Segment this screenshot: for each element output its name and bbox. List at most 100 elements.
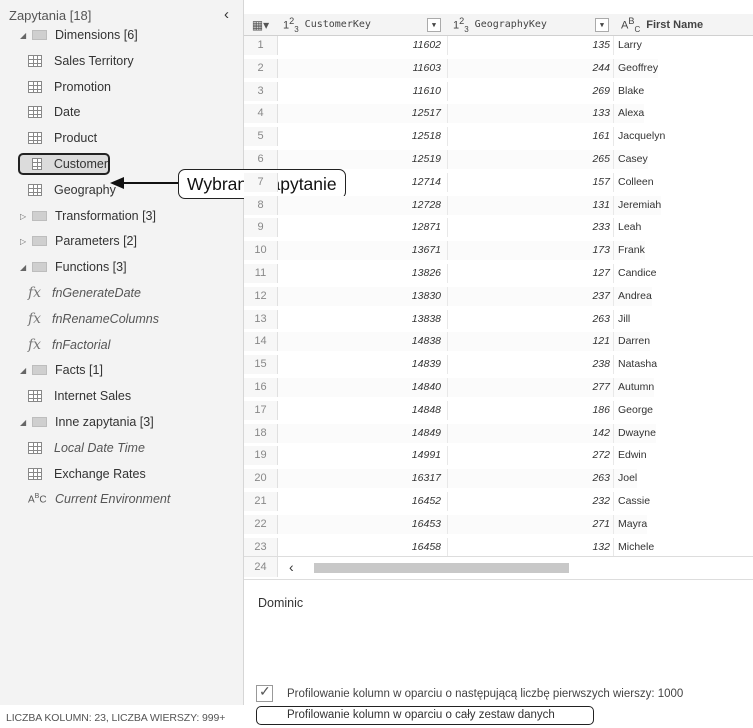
cell-first-name[interactable]: Colleen [614, 173, 654, 192]
filter-dropdown-icon[interactable]: ▼ [427, 18, 441, 32]
caret-expanded-icon[interactable]: ◢ [20, 366, 32, 375]
collapse-pane-button[interactable]: ‹ [224, 6, 229, 23]
caret-collapsed-icon[interactable]: ▷ [20, 212, 32, 221]
cell-geographykey[interactable]: 173 [448, 241, 614, 260]
profiling-top-rows-checkbox[interactable]: ✓ [256, 683, 273, 702]
cell-first-name[interactable]: Natasha [614, 355, 657, 374]
cell-customerkey[interactable]: 13838 [278, 310, 448, 329]
cell-geographykey[interactable]: 238 [448, 355, 614, 374]
table-row[interactable]: 9 12871 233 Leah [244, 218, 753, 237]
cell-first-name[interactable]: Michele [614, 538, 654, 557]
cell-customerkey[interactable]: 14991 [278, 446, 448, 465]
horizontal-scrollbar[interactable]: 24 ‹ [244, 556, 753, 580]
cell-first-name[interactable]: Joel [614, 469, 638, 488]
cell-geographykey[interactable]: 269 [448, 82, 614, 101]
table-row[interactable]: 22 16453 271 Mayra [244, 515, 753, 534]
cell-geographykey[interactable]: 277 [448, 378, 614, 397]
cell-geographykey[interactable]: 271 [448, 515, 614, 534]
scrollbar-thumb[interactable] [314, 563, 569, 573]
caret-expanded-icon[interactable]: ◢ [20, 263, 32, 272]
table-row[interactable]: 8 12728 131 Jeremiah [244, 196, 753, 215]
cell-customerkey[interactable]: 16452 [278, 492, 448, 511]
cell-first-name[interactable]: Frank [614, 241, 645, 260]
table-row[interactable]: 21 16452 232 Cassie [244, 492, 753, 511]
tree-item-product[interactable]: Product [28, 127, 97, 149]
column-header-geographykey[interactable]: 123 GeographyKey ▼ [447, 14, 613, 36]
table-row[interactable]: 15 14839 238 Natasha [244, 355, 753, 374]
cell-customerkey[interactable]: 12728 [278, 196, 448, 215]
cell-first-name[interactable]: Darren [614, 332, 651, 351]
tree-item-promotion[interactable]: Promotion [28, 76, 111, 98]
cell-first-name[interactable]: Casey [614, 150, 648, 169]
cell-customerkey[interactable]: 16458 [278, 538, 448, 557]
tree-item-current-environment[interactable]: ABC Current Environment [28, 488, 170, 510]
tree-item-fnfactorial[interactable]: fx fnFactorial [28, 334, 110, 356]
cell-geographykey[interactable]: 121 [448, 332, 614, 351]
cell-geographykey[interactable]: 157 [448, 173, 614, 192]
cell-customerkey[interactable]: 14838 [278, 332, 448, 351]
cell-geographykey[interactable]: 131 [448, 196, 614, 215]
tree-item-transformation[interactable]: ▷ Transformation [3] [20, 205, 156, 227]
cell-customerkey[interactable]: 13826 [278, 264, 448, 283]
cell-first-name[interactable]: Mayra [614, 515, 648, 534]
cell-geographykey[interactable]: 244 [448, 59, 614, 78]
cell-geographykey[interactable]: 161 [448, 127, 614, 146]
cell-customerkey[interactable]: 14848 [278, 401, 448, 420]
cell-customerkey[interactable]: 12518 [278, 127, 448, 146]
cell-first-name[interactable]: Jeremiah [614, 196, 662, 215]
table-row[interactable]: 14 14838 121 Darren [244, 332, 753, 351]
cell-first-name[interactable]: Andrea [614, 287, 652, 306]
table-row[interactable]: 2 11603 244 Geoffrey [244, 59, 753, 78]
tree-item-date[interactable]: Date [28, 101, 80, 123]
cell-first-name[interactable]: Dwayne [614, 424, 656, 443]
table-row[interactable]: 5 12518 161 Jacquelyn [244, 127, 753, 146]
tree-item-fnrenamecolumns[interactable]: fx fnRenameColumns [28, 308, 159, 330]
table-row[interactable]: 11 13826 127 Candice [244, 264, 753, 283]
table-row[interactable]: 6 12519 265 Casey [244, 150, 753, 169]
tree-item-exchange-rates[interactable]: Exchange Rates [28, 463, 146, 485]
cell-first-name[interactable]: Candice [614, 264, 657, 283]
cell-geographykey[interactable]: 232 [448, 492, 614, 511]
tree-item-parameters[interactable]: ▷ Parameters [2] [20, 230, 137, 252]
cell-geographykey[interactable]: 135 [448, 36, 614, 55]
cell-geographykey[interactable]: 265 [448, 150, 614, 169]
cell-geographykey[interactable]: 272 [448, 446, 614, 465]
caret-collapsed-icon[interactable]: ▷ [20, 237, 32, 246]
cell-customerkey[interactable]: 16317 [278, 469, 448, 488]
table-row[interactable]: 17 14848 186 George [244, 401, 753, 420]
column-header-customerkey[interactable]: 123 CustomerKey ▼ [277, 14, 447, 36]
cell-first-name[interactable]: Jill [614, 310, 630, 329]
tree-item-facts[interactable]: ◢ Facts [1] [20, 359, 103, 381]
cell-geographykey[interactable]: 233 [448, 218, 614, 237]
cell-first-name[interactable]: Geoffrey [614, 59, 659, 78]
table-row[interactable]: 16 14840 277 Autumn [244, 378, 753, 397]
cell-customerkey[interactable]: 11610 [278, 82, 448, 101]
table-row[interactable]: 12 13830 237 Andrea [244, 287, 753, 306]
table-row[interactable]: 10 13671 173 Frank [244, 241, 753, 260]
cell-geographykey[interactable]: 133 [448, 104, 614, 123]
cell-customerkey[interactable]: 13830 [278, 287, 448, 306]
cell-customerkey[interactable]: 12517 [278, 104, 448, 123]
cell-customerkey[interactable]: 12871 [278, 218, 448, 237]
filter-dropdown-icon[interactable]: ▼ [595, 18, 609, 32]
tree-item-internet-sales[interactable]: Internet Sales [28, 385, 131, 407]
caret-expanded-icon[interactable]: ◢ [20, 31, 32, 40]
cell-geographykey[interactable]: 127 [448, 264, 614, 283]
cell-customerkey[interactable]: 13671 [278, 241, 448, 260]
cell-customerkey[interactable]: 14840 [278, 378, 448, 397]
cell-first-name[interactable]: Cassie [614, 492, 650, 511]
cell-customerkey[interactable]: 14839 [278, 355, 448, 374]
tree-item-fngeneratedate[interactable]: fx fnGenerateDate [28, 282, 141, 304]
cell-geographykey[interactable]: 186 [448, 401, 614, 420]
cell-first-name[interactable]: Larry [614, 36, 642, 55]
cell-geographykey[interactable]: 263 [448, 469, 614, 488]
tree-item-inne-zapytania[interactable]: ◢ Inne zapytania [3] [20, 411, 154, 433]
table-row[interactable]: 7 12714 157 Colleen [244, 173, 753, 192]
tree-item-functions[interactable]: ◢ Functions [3] [20, 256, 127, 278]
table-row[interactable]: 4 12517 133 Alexa [244, 104, 753, 123]
tree-item-customer[interactable]: Customer [18, 153, 110, 175]
table-row[interactable]: 1 11602 135 Larry [244, 36, 753, 55]
tree-item-sales-territory[interactable]: Sales Territory [28, 50, 134, 72]
tree-item-local-date-time[interactable]: Local Date Time [28, 437, 145, 459]
cell-geographykey[interactable]: 237 [448, 287, 614, 306]
